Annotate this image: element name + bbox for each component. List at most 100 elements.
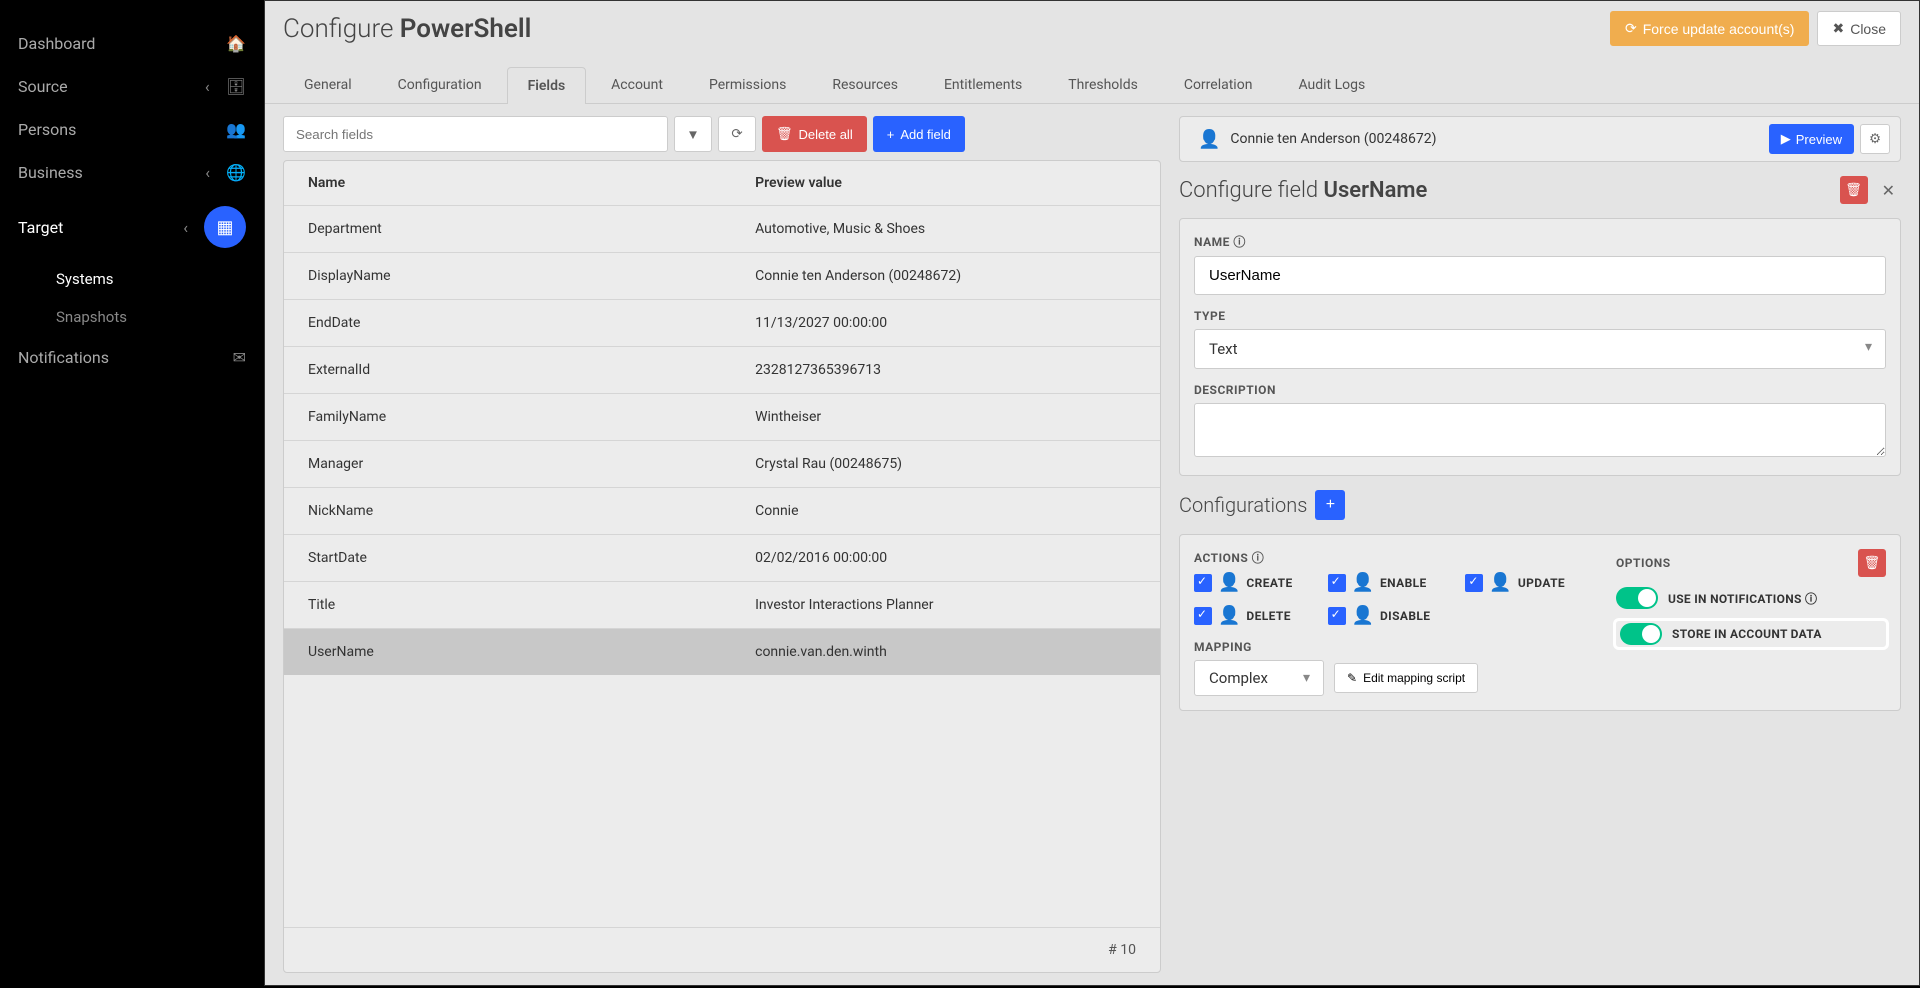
- configurations-title: Configurations: [1179, 493, 1307, 517]
- checkbox[interactable]: [1465, 574, 1483, 592]
- table-row[interactable]: StartDate02/02/2016 00:00:00: [284, 534, 1160, 581]
- trash-icon: 🗑: [776, 126, 793, 142]
- checkbox[interactable]: [1194, 607, 1212, 625]
- name-input[interactable]: [1194, 256, 1886, 295]
- tab-correlation[interactable]: Correlation: [1163, 66, 1274, 103]
- table-row[interactable]: DepartmentAutomotive, Music & Shoes: [284, 205, 1160, 252]
- table-row[interactable]: NickNameConnie: [284, 487, 1160, 534]
- sidebar-item-target[interactable]: Target ‹ ▦: [0, 194, 264, 260]
- force-update-button[interactable]: ⟳ Force update account(s): [1610, 11, 1809, 46]
- add-configuration-button[interactable]: +: [1315, 490, 1345, 520]
- users-icon: 👥: [226, 120, 246, 139]
- tabs: GeneralConfigurationFieldsAccountPermiss…: [265, 66, 1919, 104]
- cell-name: Department: [308, 221, 755, 237]
- cell-value: 02/02/2016 00:00:00: [755, 550, 1136, 566]
- preview-button[interactable]: ▶ Preview: [1769, 124, 1854, 154]
- sidebar-item-source[interactable]: Source ‹ 🗄: [0, 65, 264, 108]
- sidebar-item-persons[interactable]: Persons 👥: [0, 108, 264, 151]
- chevron-left-icon: ‹: [205, 163, 210, 182]
- plus-icon: +: [887, 127, 895, 142]
- search-input[interactable]: [283, 116, 668, 152]
- trash-icon: 🗑: [1864, 555, 1881, 571]
- toggle[interactable]: [1620, 623, 1662, 645]
- sidebar-item-label: Source: [18, 77, 205, 96]
- tab-general[interactable]: General: [283, 66, 373, 103]
- mapping-select[interactable]: Complex: [1194, 660, 1324, 696]
- gear-icon: ⚙: [1869, 131, 1881, 147]
- table-row[interactable]: ManagerCrystal Rau (00248675): [284, 440, 1160, 487]
- cell-name: StartDate: [308, 550, 755, 566]
- table-row[interactable]: UserNameconnie.van.den.winth: [284, 628, 1160, 675]
- checkbox[interactable]: [1194, 574, 1212, 592]
- type-select[interactable]: Text: [1194, 329, 1886, 369]
- col-header-value[interactable]: Preview value: [755, 175, 1136, 191]
- sidebar-item-dashboard[interactable]: Dashboard 🏠: [0, 22, 264, 65]
- person-icon: 👤: [1218, 572, 1240, 593]
- db-icon: 🗄: [226, 77, 246, 96]
- edit-mapping-script-button[interactable]: ✎ Edit mapping script: [1334, 663, 1478, 693]
- table-row[interactable]: EndDate11/13/2027 00:00:00: [284, 299, 1160, 346]
- globe-icon: 🌐: [226, 163, 246, 182]
- sidebar-item-notifications[interactable]: Notifications ✉: [0, 336, 264, 379]
- description-input[interactable]: [1194, 403, 1886, 457]
- add-field-button[interactable]: + Add field: [873, 116, 965, 152]
- close-icon: ✖: [1832, 20, 1844, 37]
- sidebar-item-label: Business: [18, 163, 205, 182]
- close-button[interactable]: ✖ Close: [1817, 11, 1901, 46]
- name-label: NAME ⓘ: [1194, 233, 1886, 250]
- refresh-icon: ⟳: [1625, 20, 1637, 37]
- tab-entitlements[interactable]: Entitlements: [923, 66, 1043, 103]
- delete-config-button[interactable]: 🗑: [1858, 549, 1886, 577]
- sidebar-item-business[interactable]: Business ‹ 🌐: [0, 151, 264, 194]
- checkbox[interactable]: [1328, 574, 1346, 592]
- col-header-name[interactable]: Name: [308, 175, 755, 191]
- filter-button[interactable]: ▼: [674, 116, 712, 152]
- refresh-button[interactable]: ⟳: [718, 116, 756, 152]
- description-label: DESCRIPTION: [1194, 383, 1886, 397]
- sidebar-item-label: Notifications: [18, 348, 233, 367]
- tab-permissions[interactable]: Permissions: [688, 66, 807, 103]
- hash-icon: #: [1108, 942, 1117, 958]
- tab-fields[interactable]: Fields: [507, 67, 587, 104]
- toggle[interactable]: [1616, 587, 1658, 609]
- tab-configuration[interactable]: Configuration: [377, 66, 503, 103]
- close-panel-button[interactable]: ✕: [1876, 177, 1901, 204]
- cell-value: connie.van.den.winth: [755, 644, 1136, 660]
- cell-value: Automotive, Music & Shoes: [755, 221, 1136, 237]
- tab-thresholds[interactable]: Thresholds: [1047, 66, 1159, 103]
- checkbox[interactable]: [1328, 607, 1346, 625]
- delete-all-button[interactable]: 🗑 Delete all: [762, 116, 867, 152]
- sidebar-item-label: Persons: [18, 120, 226, 139]
- action-update: 👤 UPDATE: [1465, 572, 1586, 593]
- home-icon: 🏠: [226, 34, 246, 53]
- action-label: CREATE: [1246, 576, 1292, 590]
- tab-account[interactable]: Account: [590, 66, 684, 103]
- pencil-icon: ✎: [1347, 671, 1357, 685]
- table-row[interactable]: TitleInvestor Interactions Planner: [284, 581, 1160, 628]
- tab-audit-logs[interactable]: Audit Logs: [1277, 66, 1386, 103]
- actions-label: ACTIONS ⓘ: [1194, 549, 1586, 566]
- table-row[interactable]: FamilyNameWintheiser: [284, 393, 1160, 440]
- action-delete: 👤 DELETE: [1194, 605, 1314, 626]
- action-label: DISABLE: [1380, 609, 1430, 623]
- sidebar: Dashboard 🏠 Source ‹ 🗄 Persons 👥 Busines…: [0, 0, 264, 988]
- cell-name: EndDate: [308, 315, 755, 331]
- settings-button[interactable]: ⚙: [1860, 124, 1890, 154]
- chevron-left-icon: ‹: [183, 218, 188, 237]
- info-icon: ⓘ: [1252, 551, 1265, 565]
- sidebar-subitem-systems[interactable]: Systems: [0, 260, 264, 298]
- option-label: STORE IN ACCOUNT DATA: [1672, 627, 1822, 641]
- table-row[interactable]: ExternalId2328127365396713: [284, 346, 1160, 393]
- play-icon: ▶: [1781, 131, 1791, 147]
- sidebar-subitem-snapshots[interactable]: Snapshots: [0, 298, 264, 336]
- cell-name: Manager: [308, 456, 755, 472]
- option-store-in-account-data: STORE IN ACCOUNT DATA: [1616, 621, 1886, 647]
- tab-resources[interactable]: Resources: [811, 66, 919, 103]
- delete-field-button[interactable]: 🗑: [1840, 176, 1868, 204]
- option-use-in-notifications: USE IN NOTIFICATIONS ⓘ: [1616, 587, 1886, 609]
- refresh-icon: ⟳: [731, 126, 742, 142]
- cell-value: 2328127365396713: [755, 362, 1136, 378]
- option-label: USE IN NOTIFICATIONS ⓘ: [1668, 590, 1817, 607]
- table-row[interactable]: DisplayNameConnie ten Anderson (00248672…: [284, 252, 1160, 299]
- preview-person: Connie ten Anderson (00248672): [1230, 131, 1436, 147]
